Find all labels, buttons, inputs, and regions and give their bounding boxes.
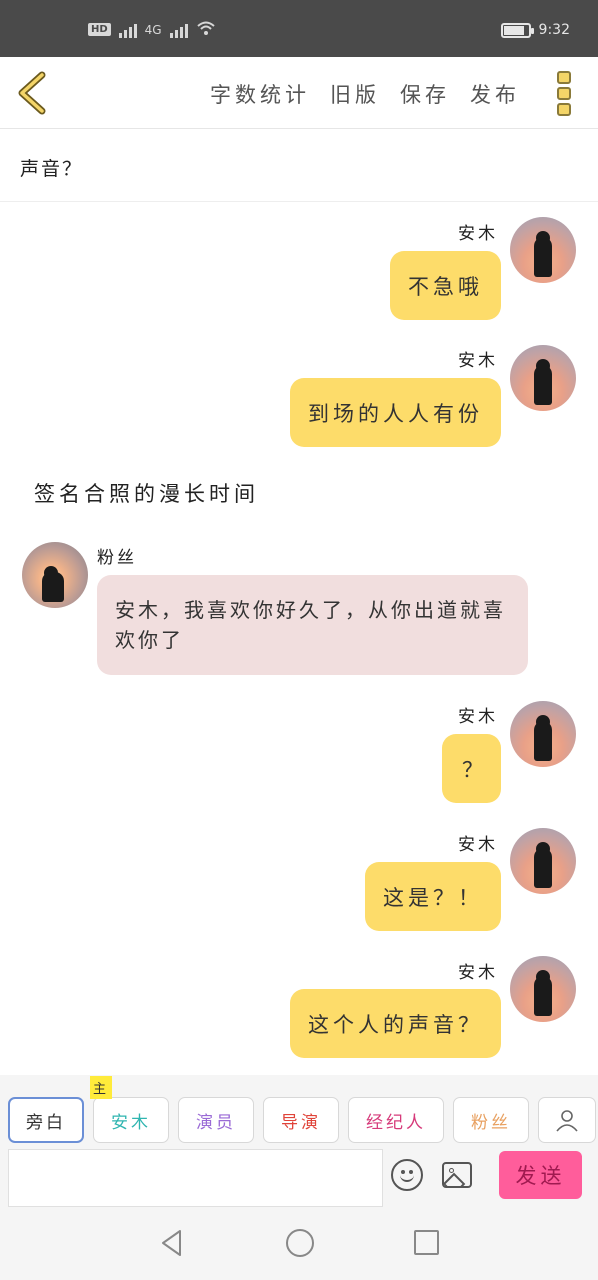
network-type: 4G: [144, 22, 162, 37]
status-right: 9:32: [500, 22, 570, 38]
chapter-title: 声音？: [20, 158, 84, 180]
avatar[interactable]: [510, 956, 576, 1022]
image-icon[interactable]: [442, 1162, 472, 1188]
avatar[interactable]: [22, 542, 88, 608]
chat-list[interactable]: 安木 不急哦 安木 到场的人人有份 签名合照的漫长时间 粉丝 安木，我喜欢你好久…: [0, 203, 598, 1075]
message-bubble[interactable]: 这是？！: [365, 862, 501, 931]
word-count-button[interactable]: 字数统计: [210, 79, 310, 109]
old-version-button[interactable]: 旧版: [330, 79, 380, 109]
publish-button[interactable]: 发布: [470, 79, 520, 109]
hd-icon: HD: [88, 23, 111, 36]
chevron-left-icon[interactable]: [14, 71, 50, 115]
role-label: 安木: [111, 1112, 151, 1133]
wifi-icon: [196, 20, 216, 39]
narration-text[interactable]: 签名合照的漫长时间: [34, 478, 259, 508]
message-bubble[interactable]: ？: [442, 734, 501, 803]
toolbar-actions: 字数统计 旧版 保存 发布: [210, 79, 520, 109]
message-bubble[interactable]: 不急哦: [390, 251, 501, 320]
role-label: 粉丝: [471, 1112, 511, 1133]
role-label: 旁白: [26, 1112, 66, 1133]
role-actor-button[interactable]: 演员: [178, 1097, 254, 1143]
sender-name: 安木: [458, 351, 498, 371]
message-bubble[interactable]: 这个人的声音？: [290, 989, 501, 1058]
sender-name: 安木: [458, 835, 498, 855]
avatar[interactable]: [510, 217, 576, 283]
nav-home-icon[interactable]: [286, 1229, 314, 1257]
role-agent-button[interactable]: 经纪人: [348, 1097, 444, 1143]
role-narrator-button[interactable]: 旁白: [8, 1097, 84, 1143]
message-bubble[interactable]: 到场的人人有份: [290, 378, 501, 447]
user-icon: [556, 1110, 578, 1132]
battery-icon: [500, 22, 534, 38]
composer: 旁白 主安木 演员 导演 经纪人 粉丝 发送: [0, 1075, 598, 1207]
status-bar: HD 4G 9:32: [0, 0, 598, 57]
role-label: 导演: [281, 1112, 321, 1133]
role-manage-button[interactable]: [538, 1097, 596, 1143]
protagonist-badge: 主: [90, 1076, 113, 1099]
role-director-button[interactable]: 导演: [263, 1097, 339, 1143]
status-left: HD 4G: [88, 20, 216, 39]
avatar[interactable]: [510, 701, 576, 767]
role-anmu-button[interactable]: 主安木: [90, 1076, 169, 1143]
avatar[interactable]: [510, 345, 576, 411]
editor-toolbar: 字数统计 旧版 保存 发布: [0, 57, 598, 129]
signal-no-sim-icon: [118, 22, 137, 38]
system-nav-bar: [0, 1207, 598, 1280]
avatar[interactable]: [510, 828, 576, 894]
sender-name: 安木: [458, 963, 498, 983]
nav-recents-icon[interactable]: [414, 1230, 439, 1255]
emoji-icon[interactable]: [391, 1159, 423, 1191]
message-bubble[interactable]: 安木，我喜欢你好久了，从你出道就喜欢你了: [97, 575, 528, 675]
send-button[interactable]: 发送: [499, 1151, 582, 1199]
more-vertical-icon[interactable]: [557, 71, 571, 116]
nav-back-icon[interactable]: [160, 1229, 184, 1257]
message-input[interactable]: [8, 1149, 383, 1207]
role-label: 经纪人: [366, 1112, 426, 1133]
signal-icon: [169, 22, 188, 38]
save-button[interactable]: 保存: [400, 79, 450, 109]
role-label: 演员: [196, 1112, 236, 1133]
sender-name: 安木: [458, 224, 498, 244]
chapter-title-row[interactable]: 声音？: [0, 130, 598, 202]
role-fan-button[interactable]: 粉丝: [453, 1097, 529, 1143]
clock: 9:32: [538, 22, 570, 38]
sender-name: 安木: [458, 707, 498, 727]
role-selector: 旁白 主安木 演员 导演 经纪人 粉丝: [8, 1076, 596, 1143]
sender-name: 粉丝: [97, 548, 137, 568]
